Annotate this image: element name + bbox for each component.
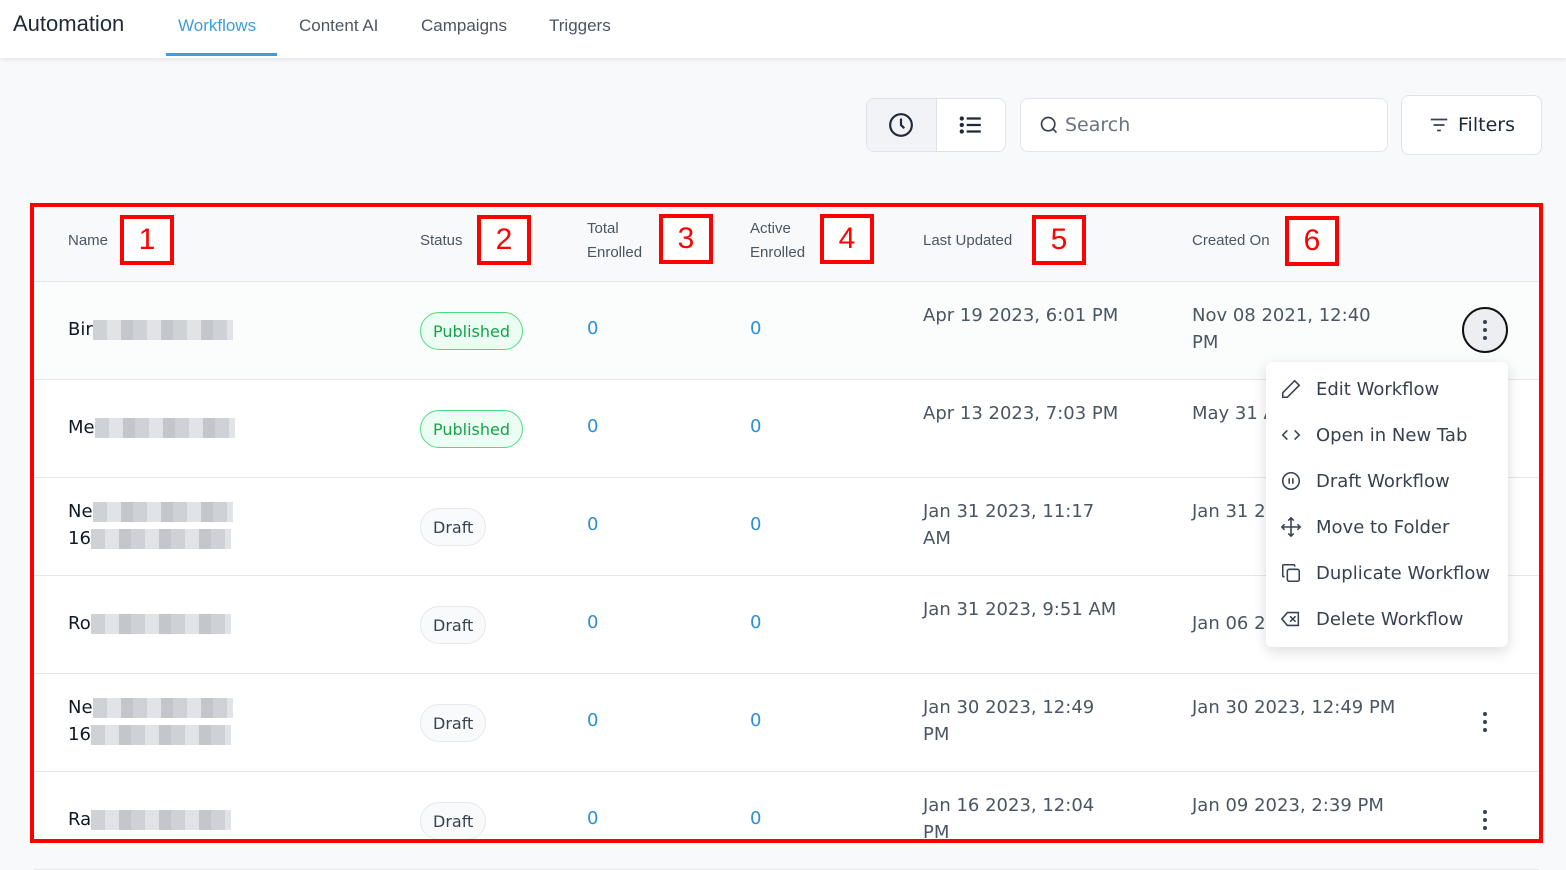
annotation-4: 4 bbox=[820, 214, 874, 264]
redacted-text bbox=[90, 614, 231, 634]
total-enrolled[interactable]: 0 bbox=[587, 612, 598, 633]
filter-icon bbox=[1430, 118, 1448, 132]
annotation-5: 5 bbox=[1032, 215, 1086, 265]
status-badge: Published bbox=[420, 312, 524, 350]
tab-workflows[interactable]: Workflows bbox=[178, 16, 256, 36]
last-updated: Jan 31 2023, 9:51 AM bbox=[923, 599, 1117, 620]
annotation-3: 3 bbox=[659, 214, 713, 264]
filters-label: Filters bbox=[1458, 114, 1515, 136]
redacted-text bbox=[91, 810, 232, 830]
menu-move-to-folder[interactable]: Move to Folder bbox=[1266, 504, 1508, 550]
list-icon bbox=[959, 116, 981, 134]
tab-triggers[interactable]: Triggers bbox=[549, 16, 611, 36]
status-badge: Published bbox=[420, 410, 524, 448]
menu-draft-workflow[interactable]: Draft Workflow bbox=[1266, 458, 1508, 504]
active-enrolled[interactable]: 0 bbox=[750, 710, 761, 731]
last-updated: Jan 31 2023, 11:17 AM bbox=[923, 501, 1095, 549]
total-enrolled[interactable]: 0 bbox=[587, 514, 598, 535]
status-badge: Draft bbox=[420, 606, 487, 644]
table-row[interactable]: Ne 16 Draft 0 0 Jan 30 2023, 12:49 PM Jan… bbox=[34, 674, 1539, 772]
last-updated: Jan 16 2023, 12:04 PM bbox=[923, 795, 1095, 843]
workflow-name[interactable]: Ro bbox=[68, 610, 231, 637]
annotation-1: 1 bbox=[120, 215, 174, 265]
created-on: Jan 09 2023, 2:39 PM bbox=[1192, 795, 1384, 816]
total-enrolled[interactable]: 0 bbox=[587, 416, 598, 437]
pencil-icon bbox=[1281, 379, 1301, 399]
total-enrolled[interactable]: 0 bbox=[587, 318, 598, 339]
active-enrolled[interactable]: 0 bbox=[750, 808, 761, 829]
more-vertical-icon bbox=[1483, 810, 1487, 830]
status-badge: Draft bbox=[420, 802, 487, 840]
copy-icon bbox=[1281, 563, 1301, 583]
redacted-text bbox=[90, 529, 231, 549]
total-enrolled[interactable]: 0 bbox=[587, 808, 598, 829]
col-last-updated[interactable]: Last Updated bbox=[923, 229, 1012, 253]
workflow-name[interactable]: Ne 16 bbox=[68, 694, 233, 748]
active-enrolled[interactable]: 0 bbox=[750, 318, 761, 339]
menu-edit-workflow[interactable]: Edit Workflow bbox=[1266, 366, 1508, 412]
pause-circle-icon bbox=[1281, 471, 1301, 491]
active-enrolled[interactable]: 0 bbox=[750, 514, 761, 535]
recent-view-button[interactable] bbox=[867, 99, 937, 151]
active-tab-indicator bbox=[166, 53, 277, 56]
redacted-text bbox=[94, 418, 235, 438]
workflow-name[interactable]: Ne 16 bbox=[68, 498, 233, 552]
row-actions-button[interactable] bbox=[1462, 307, 1508, 353]
annotation-6: 6 bbox=[1285, 216, 1339, 266]
search-input[interactable] bbox=[1065, 114, 1365, 136]
col-name[interactable]: Name bbox=[68, 229, 108, 253]
col-created-on[interactable]: Created On bbox=[1192, 229, 1270, 253]
row-actions-button[interactable] bbox=[1462, 797, 1508, 843]
status-badge: Draft bbox=[420, 508, 487, 546]
total-enrolled[interactable]: 0 bbox=[587, 710, 598, 731]
status-badge: Draft bbox=[420, 704, 487, 742]
active-enrolled[interactable]: 0 bbox=[750, 416, 761, 437]
workflow-context-menu: Edit Workflow Open in New Tab Draft Work… bbox=[1266, 362, 1508, 647]
created-on: Jan 30 2023, 12:49 PM bbox=[1192, 697, 1396, 718]
row-actions-button[interactable] bbox=[1462, 699, 1508, 745]
table-row[interactable]: Ra Draft 0 0 Jan 16 2023, 12:04 PM Jan 0… bbox=[34, 772, 1539, 870]
col-status[interactable]: Status bbox=[420, 229, 463, 253]
last-updated: Jan 30 2023, 12:49 PM bbox=[923, 697, 1095, 745]
col-active-enrolled[interactable]: Active Enrolled bbox=[750, 217, 805, 265]
tab-campaigns[interactable]: Campaigns bbox=[421, 16, 507, 36]
redacted-text bbox=[90, 725, 231, 745]
search-box[interactable] bbox=[1020, 98, 1388, 152]
workflow-name[interactable]: Ra bbox=[68, 806, 232, 833]
tab-content-ai[interactable]: Content AI bbox=[299, 16, 378, 36]
search-icon bbox=[1040, 116, 1058, 134]
created-on: Nov 08 2021, 12:40 PM bbox=[1192, 305, 1371, 353]
menu-open-new-tab[interactable]: Open in New Tab bbox=[1266, 412, 1508, 458]
col-total-enrolled[interactable]: Total Enrolled bbox=[587, 217, 642, 265]
active-enrolled[interactable]: 0 bbox=[750, 612, 761, 633]
move-icon bbox=[1280, 516, 1302, 538]
top-nav: Automation Workflows Content AI Campaign… bbox=[0, 0, 1566, 58]
view-toggle bbox=[866, 98, 1006, 152]
workflow-name[interactable]: Bir bbox=[68, 316, 233, 343]
app-title: Automation bbox=[13, 11, 125, 36]
last-updated: Apr 19 2023, 6:01 PM bbox=[923, 305, 1119, 326]
more-vertical-icon bbox=[1483, 712, 1487, 732]
redacted-text bbox=[92, 502, 233, 522]
last-updated: Apr 13 2023, 7:03 PM bbox=[923, 403, 1119, 424]
workflow-name[interactable]: Me bbox=[68, 414, 235, 441]
redacted-text bbox=[92, 698, 233, 718]
menu-delete-workflow[interactable]: Delete Workflow bbox=[1266, 596, 1508, 642]
delete-icon bbox=[1280, 611, 1300, 627]
clock-icon bbox=[889, 113, 914, 137]
more-vertical-icon bbox=[1483, 320, 1487, 340]
annotation-2: 2 bbox=[477, 215, 531, 265]
menu-duplicate-workflow[interactable]: Duplicate Workflow bbox=[1266, 550, 1508, 596]
filters-button[interactable]: Filters bbox=[1401, 95, 1542, 155]
redacted-text bbox=[92, 320, 233, 340]
code-icon bbox=[1281, 429, 1301, 441]
list-view-button[interactable] bbox=[937, 99, 1006, 151]
